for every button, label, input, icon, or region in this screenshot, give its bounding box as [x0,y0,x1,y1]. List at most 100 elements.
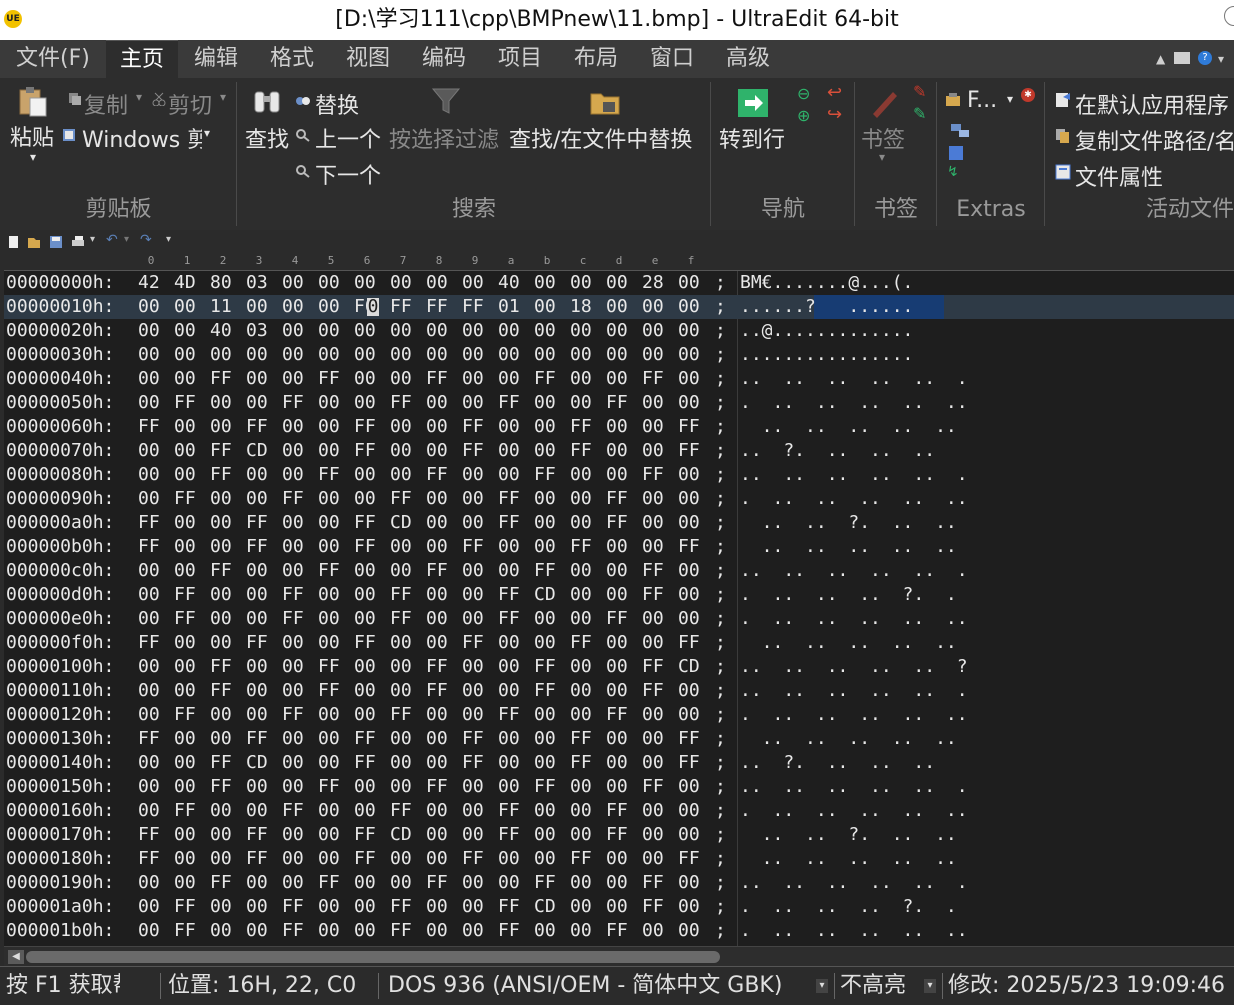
hex-byte[interactable]: FF [246,823,268,847]
hex-byte[interactable]: 00 [174,847,196,871]
hex-byte[interactable]: 00 [354,583,376,607]
hex-byte[interactable]: FF [534,775,556,799]
hex-byte[interactable]: 00 [642,727,664,751]
hex-row[interactable]: 00000180h: FF 00 00 FF 00 00 FF 00 00 FF 00 00 FF 00 00… [4,847,1234,871]
hex-byte[interactable]: 00 [642,391,664,415]
hex-byte[interactable]: 00 [282,511,304,535]
hex-byte[interactable]: 00 [210,487,232,511]
hex-byte[interactable]: 11 [210,295,232,319]
hex-byte[interactable]: 00 [246,703,268,727]
hex-row[interactable]: 000000a0h: FF 00 00 FF 00 00 FF CD 00 00 FF 00 00 FF 00… [4,511,1234,535]
hex-byte[interactable]: FF [498,823,520,847]
hex-byte[interactable]: 00 [642,295,664,319]
tab-file[interactable]: 文件(F) [16,40,90,78]
hex-byte[interactable]: 00 [534,391,556,415]
hex-byte[interactable]: 00 [246,559,268,583]
hex-row[interactable]: 00000150h: 00 00 FF 00 00 FF 00 00 FF 00 00 FF 00 00 FF… [4,775,1234,799]
hex-byte[interactable]: 00 [282,559,304,583]
hex-byte[interactable]: FF [462,535,484,559]
hex-byte[interactable]: 4D [174,271,196,295]
hex-byte[interactable]: 00 [426,415,448,439]
hex-row-ascii[interactable]: ................ [740,343,913,367]
hex-byte[interactable]: 00 [246,655,268,679]
hex-byte[interactable]: 00 [138,343,160,367]
hex-byte[interactable]: 00 [210,583,232,607]
hex-byte[interactable]: 00 [210,607,232,631]
hex-byte[interactable]: 00 [570,775,592,799]
hex-byte[interactable]: 00 [462,919,484,943]
hex-byte[interactable]: FF [282,919,304,943]
hex-byte[interactable]: 00 [282,535,304,559]
hex-row-ascii[interactable]: .. .. ?. .. .. [740,823,957,847]
help-icon[interactable]: ? [1198,51,1212,65]
hex-byte[interactable]: CD [390,511,412,535]
hex-byte[interactable]: 00 [390,679,412,703]
hex-byte[interactable]: 00 [534,319,556,343]
hex-byte[interactable]: FF [642,367,664,391]
hex-byte[interactable]: 00 [354,799,376,823]
hex-byte[interactable]: FF [318,367,340,391]
hex-byte[interactable]: CD [678,655,700,679]
hex-byte[interactable]: 00 [426,823,448,847]
hex-row-ascii[interactable]: .. .. .. .. .. ? [740,655,968,679]
scrollbar-thumb[interactable] [26,951,720,963]
tab-advanced[interactable]: 高级 [726,40,770,78]
hex-byte[interactable]: 00 [534,631,556,655]
hex-byte[interactable]: 00 [282,295,304,319]
hex-byte[interactable]: 00 [138,607,160,631]
hex-byte[interactable]: 00 [642,511,664,535]
hex-byte[interactable]: 00 [570,823,592,847]
hex-byte[interactable]: 00 [426,511,448,535]
hex-byte[interactable]: 00 [678,799,700,823]
hex-byte[interactable]: FF [246,535,268,559]
hex-byte[interactable]: FF [678,415,700,439]
tab-project[interactable]: 项目 [498,40,542,78]
hex-byte[interactable]: 00 [282,271,304,295]
hex-row[interactable]: 00000020h: 00 00 40 03 00 00 00 00 00 00 00 00 00 00 00… [4,319,1234,343]
hex-byte[interactable]: FF [534,367,556,391]
hex-byte[interactable]: 00 [570,487,592,511]
hex-byte[interactable]: 00 [570,319,592,343]
hex-byte[interactable]: FF [138,727,160,751]
hex-byte[interactable]: 00 [210,703,232,727]
hex-byte[interactable]: FF [678,631,700,655]
hex-row[interactable]: 000000f0h: FF 00 00 FF 00 00 FF 00 00 FF 00 00 FF 00 00… [4,631,1234,655]
hex-byte[interactable]: 00 [498,559,520,583]
hex-byte[interactable]: FF [642,655,664,679]
hex-row-ascii[interactable]: .. ?. .. .. .. [740,751,935,775]
hex-byte[interactable]: FF [498,895,520,919]
hex-byte[interactable]: 00 [426,703,448,727]
find-next-button[interactable]: 下一个 [315,158,381,190]
hex-byte[interactable]: 00 [282,463,304,487]
hex-byte[interactable]: FF [426,775,448,799]
hex-row[interactable]: 00000190h: 00 00 FF 00 00 FF 00 00 FF 00 00 FF 00 00 FF… [4,871,1234,895]
hex-byte[interactable]: 00 [534,799,556,823]
hex-byte[interactable]: FF [174,583,196,607]
hex-byte[interactable]: FF [390,919,412,943]
hex-byte[interactable]: 00 [390,463,412,487]
hex-byte[interactable]: 00 [606,271,628,295]
hex-row-ascii[interactable]: ..@............. [740,319,913,343]
hex-byte[interactable]: 00 [318,487,340,511]
hex-byte[interactable]: FF [570,847,592,871]
hex-byte[interactable]: 00 [354,895,376,919]
hex-byte[interactable]: 00 [426,799,448,823]
hex-row-ascii[interactable]: .. .. .. .. .. [740,415,957,439]
hex-byte[interactable]: 00 [174,823,196,847]
hex-byte[interactable]: 00 [390,751,412,775]
print-icon[interactable] [72,236,84,248]
hex-row[interactable]: 00000130h: FF 00 00 FF 00 00 FF 00 00 FF 00 00 FF 00 00… [4,727,1234,751]
tab-home[interactable]: 主页 [106,40,178,78]
hex-byte[interactable]: 00 [642,607,664,631]
hex-byte[interactable]: 00 [318,271,340,295]
hex-byte[interactable]: 00 [678,295,700,319]
hex-byte[interactable]: FF [390,895,412,919]
hex-byte[interactable]: 00 [462,487,484,511]
hex-byte[interactable]: 00 [354,703,376,727]
extras-f-button[interactable]: F... [967,88,997,113]
hex-byte[interactable]: 00 [642,487,664,511]
hex-byte[interactable]: FF [426,463,448,487]
hex-byte[interactable]: FF [174,607,196,631]
hex-byte[interactable]: 00 [462,871,484,895]
hex-byte[interactable]: 00 [534,511,556,535]
